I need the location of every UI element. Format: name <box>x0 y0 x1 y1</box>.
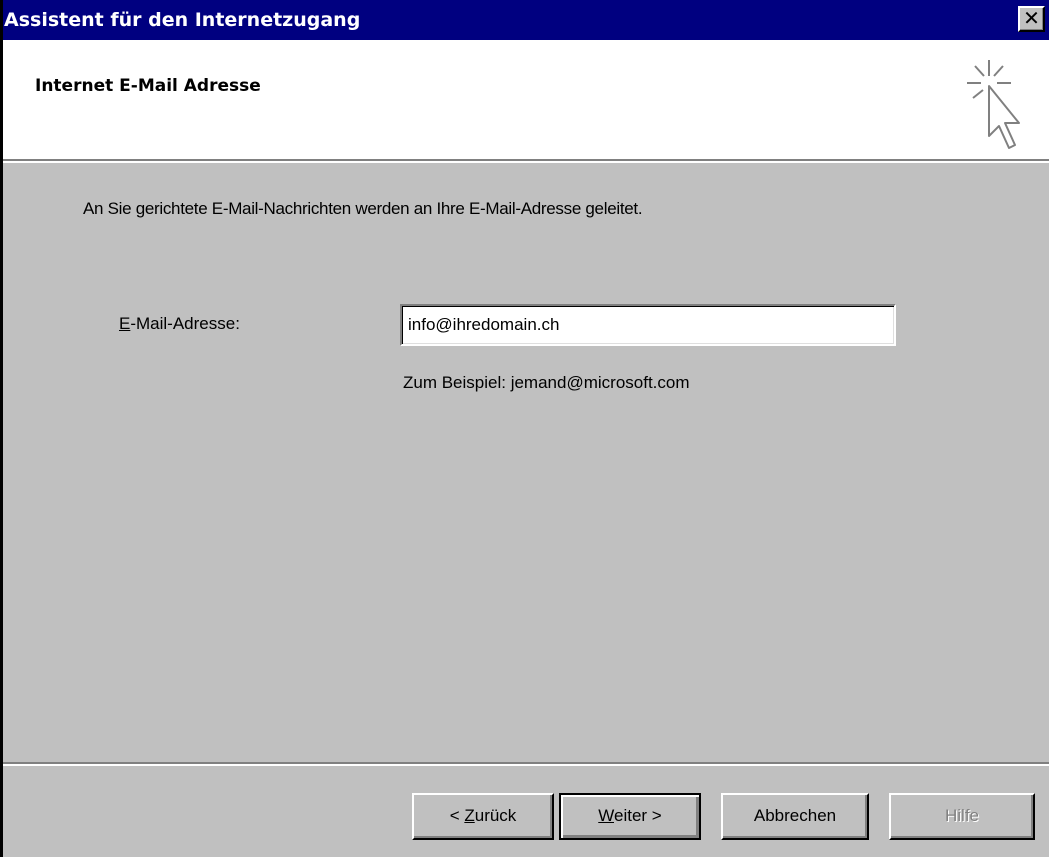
close-button[interactable]: ✕ <box>1018 6 1045 32</box>
email-example-hint: Zum Beispiel: jemand@microsoft.com <box>403 373 690 392</box>
email-label-accel: E <box>119 314 131 333</box>
wizard-cursor-icon <box>967 60 1020 149</box>
window-title: Assistent für den Internetzugang <box>4 9 361 31</box>
cancel-button[interactable]: Abbrechen <box>721 793 869 840</box>
cancel-button-label: Abbrechen <box>753 806 837 825</box>
help-button-label: Hilfe <box>944 806 979 825</box>
email-label-text: -Mail-Adresse: <box>130 314 240 333</box>
next-button[interactable]: Weiter > <box>559 793 701 840</box>
help-button[interactable]: Hilfe <box>889 793 1035 840</box>
next-button-accel: W <box>598 806 614 825</box>
description-text: An Sie gerichtete E-Mail-Nachrichten wer… <box>83 199 643 218</box>
next-button-label: eiter > <box>614 806 662 825</box>
email-label: E-Mail-Adresse: <box>119 314 240 334</box>
back-button-label: urück <box>474 806 517 825</box>
email-field[interactable] <box>400 304 896 346</box>
page-title: Internet E-Mail Adresse <box>35 76 261 96</box>
title-bar[interactable]: Assistent für den Internetzugang ✕ <box>3 0 1049 40</box>
close-icon: ✕ <box>1023 6 1040 30</box>
wizard-window: Assistent für den Internetzugang ✕ Inter… <box>0 0 1049 857</box>
back-button-prefix: < <box>449 806 465 825</box>
button-separator <box>3 762 1049 766</box>
back-button-accel: Z <box>464 806 475 825</box>
wizard-header: Internet E-Mail Adresse <box>3 40 1049 161</box>
back-button[interactable]: < Zurück <box>412 793 554 840</box>
